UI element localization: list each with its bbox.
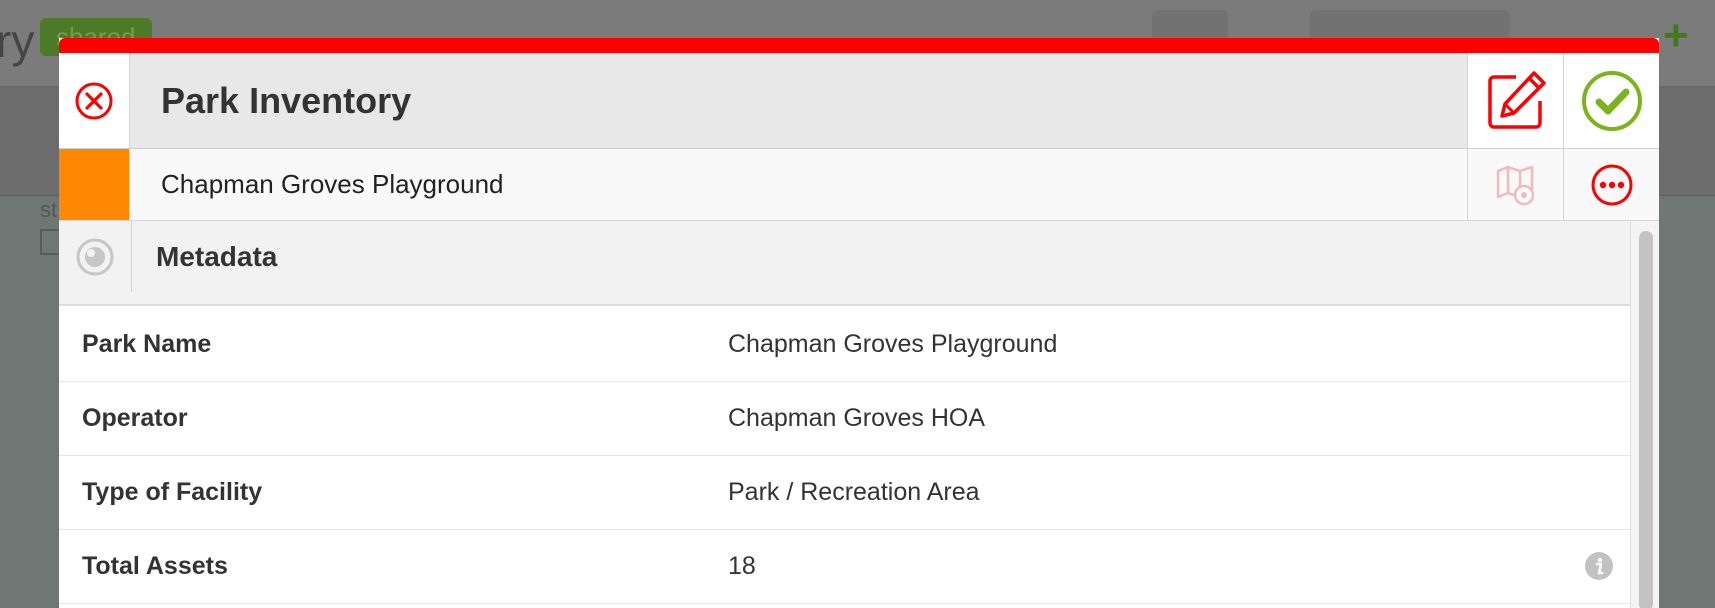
- modal-title: Park Inventory: [161, 79, 412, 121]
- modal-scrollbar[interactable]: [1630, 221, 1659, 608]
- close-circle-icon: [75, 82, 113, 119]
- modal-accent-bar: [59, 38, 1659, 53]
- record-row: Chapman Groves Playground: [59, 149, 1659, 221]
- map-view-button[interactable]: [1467, 149, 1563, 220]
- background-title: ry: [0, 15, 35, 67]
- field-label: Park Name: [82, 330, 212, 358]
- more-options-button[interactable]: [1563, 149, 1659, 220]
- field-value: Chapman Groves Playground: [728, 330, 1058, 358]
- modal-header: Park Inventory: [59, 53, 1659, 149]
- section-header[interactable]: Metadata: [59, 221, 1630, 306]
- eye-icon: [76, 238, 114, 275]
- record-color-swatch: [59, 149, 130, 220]
- background-add-icon: +: [1663, 11, 1689, 60]
- more-dots-icon: [1591, 164, 1632, 205]
- field-label: Type of Facility: [82, 478, 263, 506]
- confirm-button[interactable]: [1563, 53, 1659, 148]
- field-list: Park Name Chapman Groves Playground Oper…: [59, 308, 1630, 604]
- edit-pencil-icon: [1487, 70, 1546, 129]
- record-modal: Park Inventory Chapman Groves Playground: [59, 38, 1659, 608]
- field-value: Chapman Groves HOA: [728, 404, 986, 432]
- field-label: Operator: [82, 404, 188, 432]
- field-row-operator: Operator Chapman Groves HOA: [59, 382, 1630, 456]
- field-value: Park / Recreation Area: [728, 478, 980, 506]
- edit-button[interactable]: [1467, 53, 1563, 148]
- map-view-icon: [1496, 165, 1534, 205]
- field-row-park-name: Park Name Chapman Groves Playground: [59, 308, 1630, 382]
- scrollbar-thumb[interactable]: [1639, 231, 1653, 608]
- close-button[interactable]: [59, 53, 130, 148]
- field-row-type-of-facility: Type of Facility Park / Recreation Area: [59, 456, 1630, 530]
- record-name: Chapman Groves Playground: [161, 169, 504, 199]
- section-visibility-toggle[interactable]: [59, 221, 132, 292]
- field-row-total-assets: Total Assets 18: [59, 530, 1630, 604]
- check-circle-icon: [1581, 70, 1642, 131]
- field-label: Total Assets: [82, 552, 228, 580]
- field-value: 18: [728, 552, 756, 580]
- section-title: Metadata: [156, 240, 278, 272]
- info-icon[interactable]: [1585, 552, 1613, 580]
- background-sub-label: st: [40, 197, 58, 222]
